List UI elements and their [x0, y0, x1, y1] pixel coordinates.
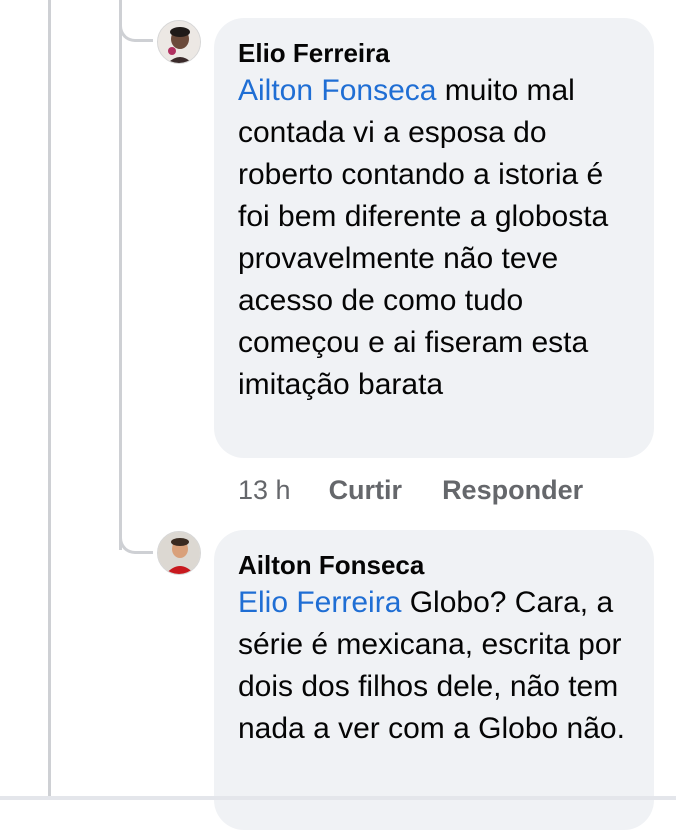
- comment-text: Elio Ferreira Globo? Cara, a série é mex…: [238, 582, 632, 750]
- bottom-divider: [0, 796, 676, 800]
- comment-timestamp[interactable]: 13 h: [238, 475, 291, 506]
- reply-button[interactable]: Responder: [442, 475, 583, 506]
- mention-link[interactable]: Ailton Fonseca: [238, 74, 436, 107]
- mention-link[interactable]: Elio Ferreira: [238, 586, 401, 619]
- reply-connector: [119, 528, 153, 554]
- like-button[interactable]: Curtir: [329, 475, 403, 506]
- comment-bubble: Ailton Fonseca Elio Ferreira Globo? Cara…: [214, 530, 654, 830]
- comment-text: Ailton Fonseca muito mal contada vi a es…: [238, 70, 632, 406]
- reply-connector: [119, 16, 153, 42]
- thread-line-outer: [48, 0, 51, 800]
- comment-author[interactable]: Elio Ferreira: [238, 36, 632, 70]
- avatar[interactable]: [157, 531, 201, 575]
- thread-line-inner: [119, 0, 122, 550]
- avatar-photo: [158, 21, 200, 63]
- avatar-photo: [158, 532, 200, 574]
- comment-author[interactable]: Ailton Fonseca: [238, 548, 632, 582]
- comment-body: muito mal contada vi a esposa do roberto…: [238, 74, 609, 401]
- comment-bubble: Elio Ferreira Ailton Fonseca muito mal c…: [214, 18, 654, 458]
- avatar[interactable]: [157, 20, 201, 64]
- comment-actions: 13 h Curtir Responder: [238, 472, 623, 508]
